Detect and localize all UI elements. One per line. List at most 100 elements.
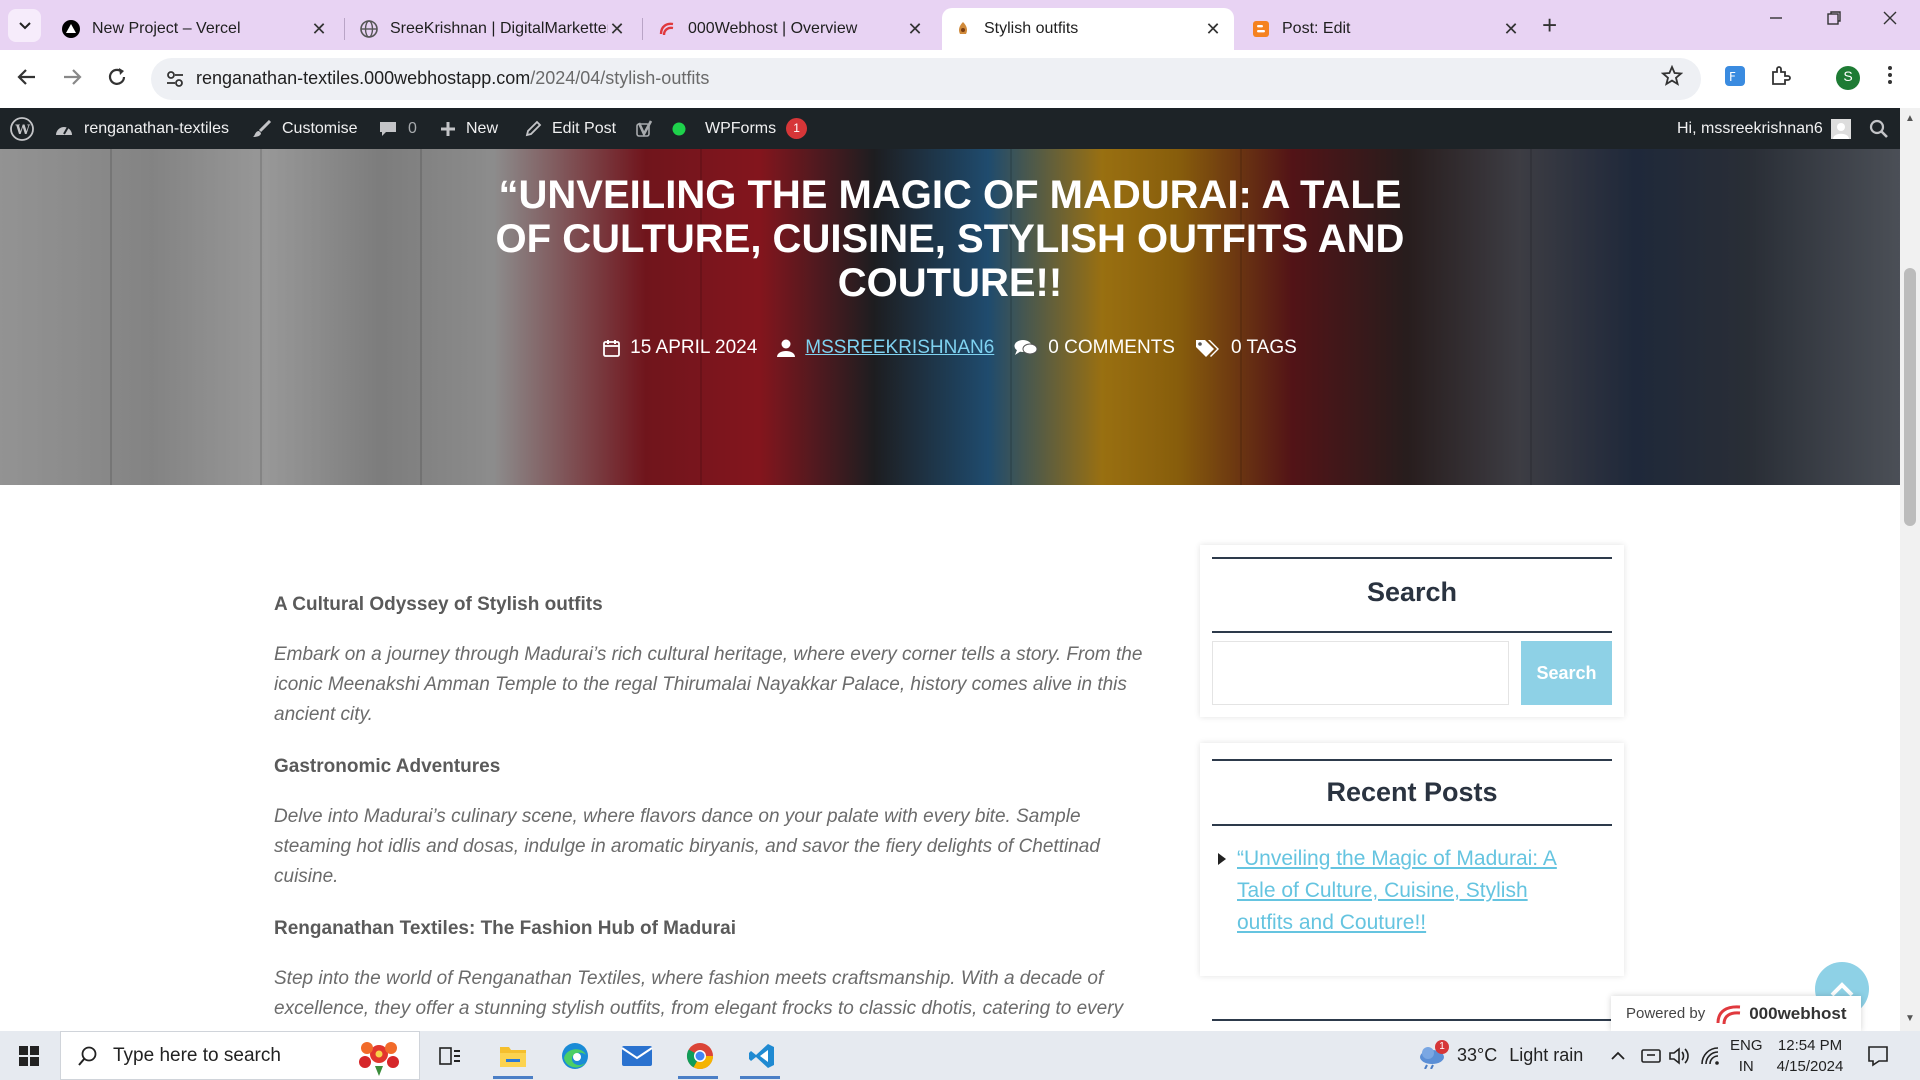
notifications-icon[interactable] — [1867, 1031, 1889, 1080]
post-meta: 15 APRIL 2024 MSSREEKRISHNAN6 0 COMMENTS… — [0, 337, 1900, 359]
greeting-label: Hi, mssreekrishnan6 — [1677, 119, 1823, 137]
webhost-logo-icon — [1716, 1004, 1741, 1024]
tab-sreekrishnan[interactable]: SreeKrishnan | DigitalMarketter ✕ — [348, 8, 638, 50]
adminbar-site-name[interactable]: renganathan-textiles — [54, 108, 229, 149]
close-tab-icon[interactable]: ✕ — [608, 20, 626, 38]
edge-browser-icon[interactable] — [558, 1039, 592, 1073]
close-tab-icon[interactable]: ✕ — [1204, 20, 1222, 38]
close-tab-icon[interactable]: ✕ — [1502, 20, 1520, 38]
weather-widget[interactable]: 1 33°C Light rain — [1417, 1031, 1583, 1080]
powered-by-brand-text: 000webhost — [1749, 1003, 1847, 1023]
tab-separator — [344, 18, 345, 40]
adminbar-my-account[interactable]: Hi, mssreekrishnan6 — [1677, 108, 1851, 149]
chrome-browser-icon[interactable] — [683, 1039, 717, 1073]
scroll-down-icon[interactable]: ▼ — [1905, 1013, 1915, 1024]
wifi-icon[interactable] — [1700, 1031, 1720, 1080]
volume-icon[interactable] — [1668, 1031, 1690, 1080]
site-name-label: renganathan-textiles — [84, 119, 229, 137]
post-date: 15 APRIL 2024 — [603, 337, 757, 359]
task-view-icon[interactable] — [433, 1039, 467, 1073]
adminbar-search-icon[interactable] — [1869, 108, 1889, 149]
post-tags: 0 TAGS — [1195, 337, 1297, 359]
tags-icon — [1195, 338, 1221, 358]
reload-button[interactable] — [106, 66, 128, 94]
powered-by-label: Powered by — [1626, 1005, 1706, 1022]
file-explorer-icon[interactable] — [496, 1039, 530, 1073]
show-hidden-icons-button[interactable] — [1610, 1031, 1626, 1080]
wpforms-notification-badge: 1 — [786, 118, 808, 139]
restore-button[interactable] — [1826, 10, 1842, 31]
translate-extension-icon[interactable]: F — [1723, 64, 1747, 93]
address-bar[interactable]: renganathan-textiles.000webhostapp.com/2… — [151, 58, 1701, 100]
back-button[interactable] — [16, 66, 38, 94]
weather-desc: Light rain — [1509, 1045, 1584, 1065]
adminbar-customise[interactable]: Customise — [252, 108, 358, 149]
restore-icon — [1827, 11, 1841, 25]
globe-icon — [360, 20, 378, 38]
scrollbar-thumb[interactable] — [1904, 268, 1916, 526]
tab-title: Stylish outfits — [984, 20, 1079, 37]
region-code: IN — [1738, 1058, 1754, 1075]
windows-start-icon[interactable] — [12, 1039, 46, 1073]
section-heading: Renganathan Textiles: The Fashion Hub of… — [274, 918, 737, 939]
profile-avatar[interactable]: S — [1835, 65, 1861, 96]
paragraph: Embark on a journey through Madurai’s ri… — [274, 644, 1143, 725]
comments-icon — [1014, 339, 1038, 357]
adminbar-new[interactable]: New — [440, 108, 498, 149]
tab-post-edit[interactable]: Post: Edit ✕ — [1240, 8, 1532, 50]
scroll-up-icon[interactable]: ▲ — [1905, 113, 1915, 124]
chevron-up-icon — [1611, 1051, 1625, 1060]
widget-rule — [1212, 557, 1612, 559]
yoast-icon[interactable] — [636, 108, 656, 149]
search-input[interactable] — [1212, 641, 1509, 705]
weather-alert-badge: 1 — [1435, 1039, 1449, 1054]
tab-vercel[interactable]: New Project – Vercel ✕ — [50, 8, 340, 50]
comment-bubble-icon — [378, 120, 398, 138]
tab-stylish-outfits[interactable]: Stylish outfits ✕ — [942, 8, 1234, 50]
running-indicator — [493, 1076, 533, 1079]
post-date-label: 15 APRIL 2024 — [630, 337, 758, 358]
adminbar-wpforms[interactable]: WPForms 1 — [705, 108, 808, 149]
browser-menu-icon[interactable] — [1887, 64, 1893, 91]
search-icon — [78, 1046, 97, 1066]
close-icon — [1883, 11, 1897, 25]
widget-rule — [1212, 1019, 1612, 1021]
wordpress-logo-icon[interactable]: W — [10, 108, 34, 149]
url-text: renganathan-textiles.000webhostapp.com/2… — [196, 68, 709, 89]
comments-label: 0 COMMENTS — [1048, 337, 1175, 358]
extensions-puzzle-icon[interactable] — [1768, 64, 1792, 93]
pencil-icon — [524, 120, 542, 138]
bookmark-star-icon[interactable] — [1660, 64, 1684, 94]
widget-rule — [1212, 824, 1612, 826]
site-info-icon[interactable] — [165, 69, 185, 94]
author-link[interactable]: MSSREEKRISHNAN6 — [805, 337, 994, 359]
input-language-indicator[interactable]: ENG IN — [1730, 1035, 1763, 1077]
adminbar-comments[interactable]: 0 — [378, 108, 417, 149]
close-window-button[interactable] — [1882, 10, 1898, 31]
paragraph: Delve into Madurai’s culinary scene, whe… — [274, 806, 1100, 887]
calendar-icon — [603, 339, 621, 357]
close-tab-icon[interactable]: ✕ — [310, 20, 328, 38]
adminbar-edit-post[interactable]: Edit Post — [524, 108, 616, 149]
taskbar-clock[interactable]: 12:54 PM 4/15/2024 — [1775, 1035, 1845, 1077]
clock-time: 12:54 PM — [1777, 1037, 1843, 1054]
network-device-icon[interactable] — [1640, 1031, 1662, 1080]
tab-separator — [642, 18, 643, 40]
taskbar-search-box[interactable]: Type here to search — [60, 1031, 420, 1080]
recent-posts-title: Recent Posts — [1326, 777, 1498, 807]
powered-by-badge[interactable]: Powered by 000webhost — [1611, 996, 1861, 1031]
minimize-button[interactable] — [1768, 10, 1784, 31]
paragraph: Step into the world of Renganathan Texti… — [274, 968, 1124, 1019]
close-tab-icon[interactable]: ✕ — [906, 20, 924, 38]
forward-button[interactable] — [61, 66, 83, 94]
search-button[interactable]: Search — [1521, 641, 1612, 705]
recent-post-link[interactable]: “Unveiling the Magic of Madurai: A Tale … — [1237, 843, 1577, 939]
mail-app-icon[interactable] — [620, 1039, 654, 1073]
page-scrollbar[interactable]: ▲ ▼ — [1900, 108, 1920, 1031]
post-author: MSSREEKRISHNAN6 — [777, 337, 994, 359]
vscode-icon[interactable] — [745, 1039, 779, 1073]
reload-icon — [108, 68, 126, 85]
tab-search-button[interactable] — [8, 9, 41, 42]
new-tab-button[interactable]: + — [1542, 12, 1557, 38]
tab-000webhost[interactable]: 000Webhost | Overview ✕ — [646, 8, 936, 50]
